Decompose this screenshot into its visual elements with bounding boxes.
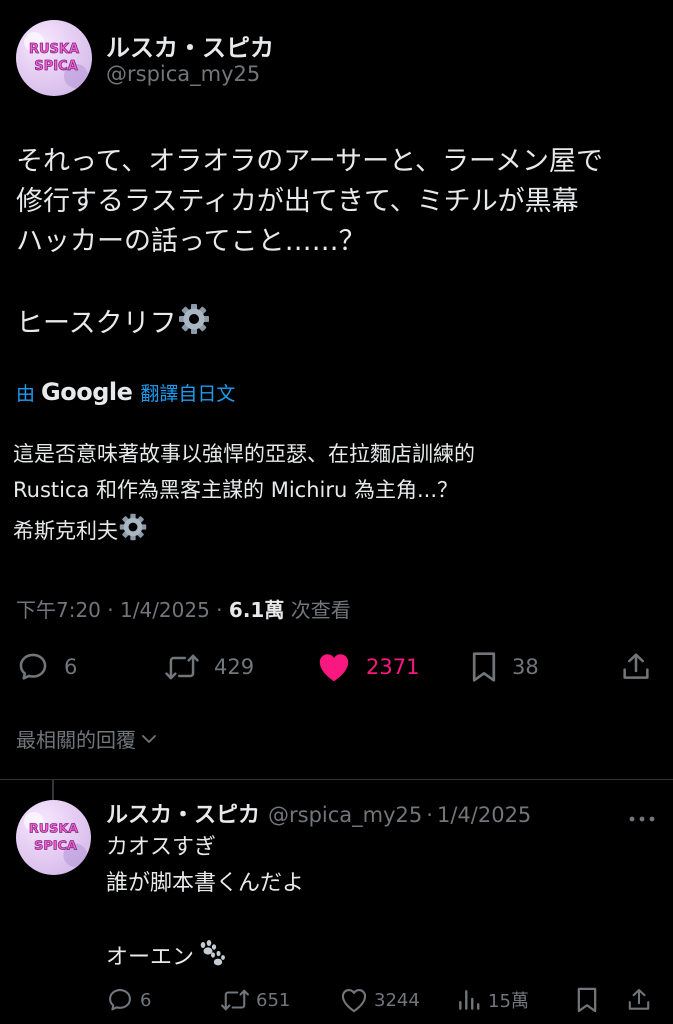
reply-line: 誰が脚本書くんだよ <box>106 871 305 896</box>
author-handle[interactable]: @rspica_my25 <box>106 62 260 86</box>
reply-avatar[interactable]: RUSKA SPICA <box>16 800 91 875</box>
reply-icon <box>109 989 131 1011</box>
translated-text: 這是否意味著故事以強悍的亞瑟、在拉麵店訓練的 Rustica 和作為黑客主謀的 … <box>13 436 663 553</box>
heart-icon <box>319 654 349 682</box>
translate-attribution[interactable]: 由 Google 翻譯自日文 <box>16 378 235 406</box>
divider <box>0 779 673 780</box>
reply-views-count: 15萬 <box>488 991 529 1012</box>
tweet-line: それって、オラオラのアーサーと、ラーメン屋で <box>16 146 603 177</box>
reply-signature-line: オーエン <box>106 938 304 980</box>
reply-header: ルスカ・スピカ @rspica_my25 · 1/4/2025 <box>106 797 531 829</box>
tweet-signature: ヒースクリフ <box>16 308 177 339</box>
paw-prints-icon <box>194 938 228 980</box>
tweet-line: 修行するラスティカが出てきて、ミチルが黒幕 <box>16 186 579 217</box>
translated-signature: 希斯克利夫 <box>13 519 118 543</box>
reply-signature: オーエン <box>106 945 195 970</box>
tweet-detail-page: RUSKA SPICA ルスカ・スピカ @rspica_my25 それって、オラ… <box>0 0 673 1024</box>
author-name[interactable]: ルスカ・スピカ <box>106 28 274 63</box>
translated-signature-line: 希斯克利夫 <box>13 512 663 553</box>
share-icon <box>623 653 649 679</box>
meta-sep: · <box>100 598 120 622</box>
tweet-signature-line: ヒースクリフ <box>16 302 661 348</box>
analytics-icon <box>459 990 480 1010</box>
bookmark-count: 38 <box>512 655 539 679</box>
tweet-time[interactable]: 下午7:20 <box>16 598 101 622</box>
tweet-date[interactable]: 1/4/2025 <box>120 598 210 622</box>
reply-icon <box>19 653 47 680</box>
reply-sort-dropdown[interactable]: 最相關的回覆 <box>16 724 159 753</box>
reply-date[interactable]: 1/4/2025 <box>437 803 531 827</box>
repost-button[interactable]: 429 <box>164 650 254 684</box>
gear-icon <box>118 512 148 553</box>
like-button[interactable]: 2371 <box>316 650 419 684</box>
more-options-button[interactable] <box>628 808 656 827</box>
repost-count: 429 <box>214 655 255 679</box>
translated-line: 這是否意味著故事以強悍的亞瑟、在拉麵店訓練的 <box>13 442 475 466</box>
avatar-text-2: SPICA <box>34 59 77 74</box>
more-icon <box>629 816 655 822</box>
translate-by: 由 <box>16 382 36 405</box>
avatar[interactable]: RUSKA SPICA <box>16 20 92 96</box>
tweet-text: それって、オラオラのアーサーと、ラーメン屋で 修行するラスティカが出てきて、ミチ… <box>16 142 661 348</box>
bookmark-icon <box>577 987 597 1013</box>
reply-repost-button[interactable]: 651 <box>220 986 290 1014</box>
heart-outline-icon <box>341 989 367 1013</box>
chevron-down-icon <box>142 734 156 743</box>
meta-sep: · <box>209 598 229 622</box>
reply-like-button[interactable]: 3244 <box>340 986 420 1014</box>
avatar-art: RUSKA SPICA <box>23 811 88 868</box>
reply-line: カオスすぎ <box>106 835 217 860</box>
reply-share-button[interactable] <box>626 986 652 1014</box>
bookmark-button[interactable]: 38 <box>470 650 539 684</box>
avatar-text-1: RUSKA <box>29 42 79 57</box>
views-count[interactable]: 6.1萬 <box>229 598 284 622</box>
gear-icon <box>177 302 211 348</box>
reply-like-count: 3244 <box>374 989 420 1011</box>
share-button[interactable] <box>620 650 652 684</box>
reply-text: カオスすぎ 誰が脚本書くんだよ オーエン <box>106 830 304 980</box>
avatar-art: RUSKA SPICA <box>24 32 88 88</box>
reply-button[interactable]: 6 <box>16 650 77 684</box>
share-icon <box>628 989 650 1010</box>
reply-sort-label: 最相關的回覆 <box>16 728 136 752</box>
google-logo: Google <box>41 378 133 406</box>
reply-bookmark-button[interactable] <box>574 986 600 1014</box>
like-count: 2371 <box>366 655 420 679</box>
repost-icon <box>221 989 249 1011</box>
tweet-meta: 下午7:20 · 1/4/2025 · 6.1萬 次查看 <box>16 594 351 623</box>
tweet-line: ハッカーの話ってこと……？ <box>16 226 366 257</box>
thread-line <box>52 780 54 800</box>
repost-icon <box>165 654 199 680</box>
reply-author-handle[interactable]: @rspica_my25 <box>268 803 422 827</box>
avatar-text-1: RUSKA <box>29 822 78 837</box>
translate-from-link[interactable]: 翻譯自日文 <box>140 379 235 406</box>
reply-reply-button[interactable]: 6 <box>106 986 151 1014</box>
translated-line: Rustica 和作為黑客主謀的 Michiru 為主角...？ <box>13 478 459 502</box>
reply-author-name[interactable]: ルスカ・スピカ <box>106 797 260 829</box>
reply-sep: · <box>426 803 433 827</box>
bookmark-icon <box>472 652 496 682</box>
reply-count: 6 <box>64 655 78 679</box>
reply-repost-count: 651 <box>256 989 291 1011</box>
reply-reply-count: 6 <box>140 989 152 1011</box>
reply-views-button[interactable]: 15萬 <box>456 986 529 1014</box>
avatar-text-2: SPICA <box>34 838 77 853</box>
views-label: 次查看 <box>284 598 351 622</box>
